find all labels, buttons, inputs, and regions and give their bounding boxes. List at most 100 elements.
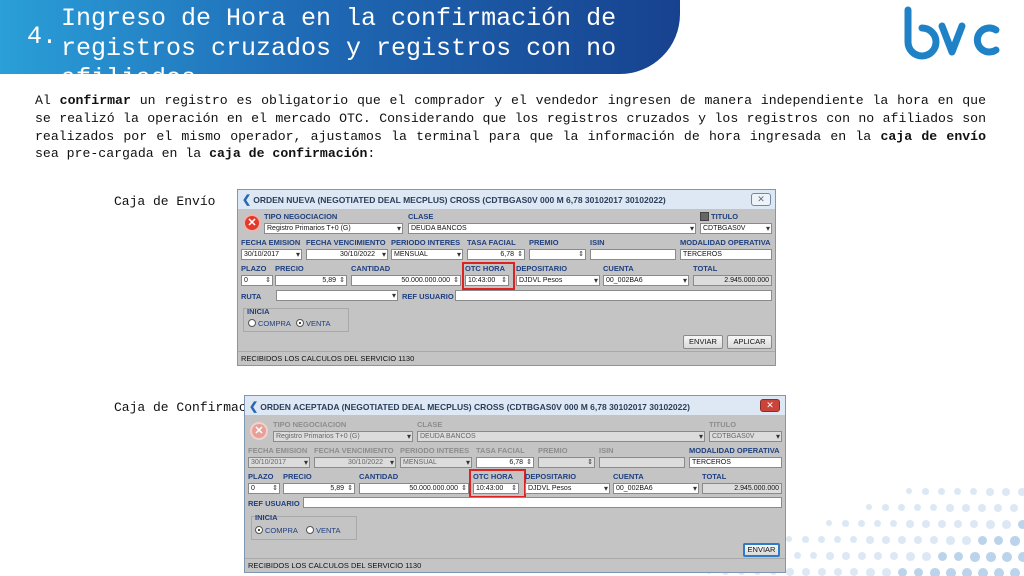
- decorative-dot: [786, 568, 794, 576]
- premio-field[interactable]: [529, 249, 586, 260]
- fecha-emision-field[interactable]: 30/10/2017: [241, 249, 302, 260]
- decorative-dot: [794, 552, 802, 560]
- isin-field[interactable]: [590, 249, 676, 260]
- label-isin: ISIN: [590, 238, 605, 247]
- cuenta-select[interactable]: 00_002BA6: [613, 483, 699, 494]
- label-tasa-facial: TASA FACIAL: [476, 446, 525, 455]
- isin-field: [599, 457, 685, 468]
- titulo-select: CDTBGAS0V: [709, 431, 782, 442]
- enviar-button[interactable]: ENVIAR: [743, 543, 780, 557]
- decorative-dot: [874, 552, 883, 561]
- tipo-negociacion-select[interactable]: Registro Primarios T+0 (G): [264, 223, 403, 234]
- precio-field[interactable]: 5,89: [275, 275, 347, 286]
- window-titlebar: ❮ ORDEN ACEPTADA (NEGOTIATED DEAL MECPLUS…: [245, 396, 785, 415]
- plazo-field[interactable]: 0: [248, 483, 280, 494]
- decorative-dot: [826, 552, 834, 560]
- label-fecha-emision: FECHA EMISION: [248, 446, 308, 455]
- decorative-dot: [930, 568, 940, 576]
- decorative-dot: [1002, 552, 1012, 562]
- decorative-dot: [922, 520, 930, 528]
- label-precio: PRECIO: [283, 472, 312, 481]
- close-button[interactable]: ✕: [760, 399, 780, 412]
- decorative-dot: [914, 568, 924, 576]
- ruta-select[interactable]: [276, 290, 398, 301]
- cuenta-select[interactable]: 00_002BA6: [603, 275, 689, 286]
- fecha-emision-field: 30/10/2017: [248, 457, 310, 468]
- tasa-facial-field[interactable]: 6,78: [476, 457, 534, 468]
- order-window-confirmacion: ❮ ORDEN ACEPTADA (NEGOTIATED DEAL MECPLUS…: [244, 395, 786, 573]
- decorative-dot: [986, 520, 995, 529]
- fecha-vencimiento-field: 30/10/2022: [314, 457, 396, 468]
- tasa-facial-field[interactable]: 6,78: [467, 249, 525, 260]
- label-tipo: TIPO NEGOCIACION: [273, 420, 347, 429]
- decorative-dot: [898, 504, 905, 511]
- decorative-dot: [1010, 568, 1020, 576]
- label-depositario: DEPOSITARIO: [525, 472, 577, 481]
- label-modalidad-operativa: MODALIDAD OPERATIVA: [680, 238, 771, 247]
- decorative-dot: [906, 520, 914, 528]
- label-premio: PREMIO: [538, 446, 568, 455]
- decorative-dot: [866, 504, 873, 511]
- radio-compra[interactable]: COMPRA: [255, 526, 298, 535]
- label-depositario: DEPOSITARIO: [516, 264, 568, 273]
- back-arrow-icon[interactable]: ❮: [249, 401, 258, 413]
- depositario-select[interactable]: DJDVL Pesos: [525, 483, 610, 494]
- clase-select[interactable]: DEUDA BANCOS: [408, 223, 696, 234]
- label-modalidad-operativa: MODALIDAD OPERATIVA: [689, 446, 780, 455]
- cancel-icon[interactable]: ✕: [243, 214, 261, 232]
- label-clase: CLASE: [417, 420, 443, 429]
- status-bar: RECIBIDOS LOS CALCULOS DEL SERVICIO 1130: [245, 558, 785, 572]
- cancel-icon: ✕: [250, 422, 268, 440]
- order-window-envio: ❮ ORDEN NUEVA (NEGOTIATED DEAL MECPLUS) C…: [237, 189, 776, 366]
- label-plazo: PLAZO: [248, 472, 274, 481]
- label-cuenta: CUENTA: [603, 264, 634, 273]
- decorative-dot: [994, 504, 1003, 513]
- label-fecha-vencimiento: FECHA VENCIMIENTO: [314, 446, 394, 455]
- aplicar-button[interactable]: APLICAR: [727, 335, 772, 349]
- enviar-button[interactable]: ENVIAR: [683, 335, 723, 349]
- decorative-dot: [938, 552, 948, 562]
- window-title: ORDEN NUEVA (NEGOTIATED DEAL MECPLUS) CR…: [253, 195, 666, 205]
- header-banner: 4. Ingreso de Hora en la confirmación de…: [0, 0, 680, 74]
- cantidad-field[interactable]: 50.000.000.000: [359, 483, 469, 494]
- radio-compra[interactable]: COMPRA: [248, 319, 291, 328]
- decorative-dot: [1018, 488, 1024, 497]
- decorative-dot: [1010, 504, 1019, 513]
- decorative-dot: [930, 536, 939, 545]
- close-button[interactable]: ✕: [751, 193, 771, 206]
- decorative-dot: [898, 568, 908, 576]
- fecha-vencimiento-field[interactable]: 30/10/2022: [306, 249, 388, 260]
- decorative-dot: [834, 568, 843, 576]
- back-arrow-icon[interactable]: ❮: [242, 194, 251, 206]
- total-field: 2.945.000.000: [693, 275, 772, 286]
- decorative-dot: [890, 520, 898, 528]
- modalidad-operativa-field[interactable]: TERCEROS: [689, 457, 782, 468]
- cantidad-field[interactable]: 50.000.000.000: [351, 275, 461, 286]
- precio-field[interactable]: 5,89: [283, 483, 355, 494]
- ref-usuario-field[interactable]: [455, 290, 772, 301]
- decorative-dot: [914, 504, 922, 512]
- decorative-dot: [994, 536, 1004, 546]
- decorative-dot: [906, 488, 913, 495]
- radio-venta[interactable]: VENTA: [306, 526, 340, 535]
- decorative-dot: [938, 488, 945, 495]
- label-cuenta: CUENTA: [613, 472, 644, 481]
- label-periodo-interes: PERIODO INTERES: [400, 446, 470, 455]
- premio-field: [538, 457, 595, 468]
- label-titulo: TITULO: [709, 420, 737, 429]
- modalidad-operativa-field[interactable]: TERCEROS: [680, 249, 772, 260]
- decorative-dot: [970, 488, 978, 496]
- ref-usuario-field[interactable]: [303, 497, 782, 508]
- bvc-logo: bvc: [904, 6, 1000, 60]
- decorative-dot: [826, 520, 833, 527]
- decorative-dot: [986, 488, 994, 496]
- decorative-dot: [842, 552, 850, 560]
- depositario-select[interactable]: DJDVL Pesos: [516, 275, 600, 286]
- titulo-select[interactable]: CDTBGAS0V: [700, 223, 772, 234]
- label-tasa-facial: TASA FACIAL: [467, 238, 516, 247]
- periodo-interes-select[interactable]: MENSUAL: [391, 249, 463, 260]
- label-cantidad: CANTIDAD: [351, 264, 391, 273]
- titulo-checkbox[interactable]: [700, 212, 709, 221]
- plazo-field[interactable]: 0: [241, 275, 273, 286]
- radio-venta[interactable]: VENTA: [296, 319, 330, 328]
